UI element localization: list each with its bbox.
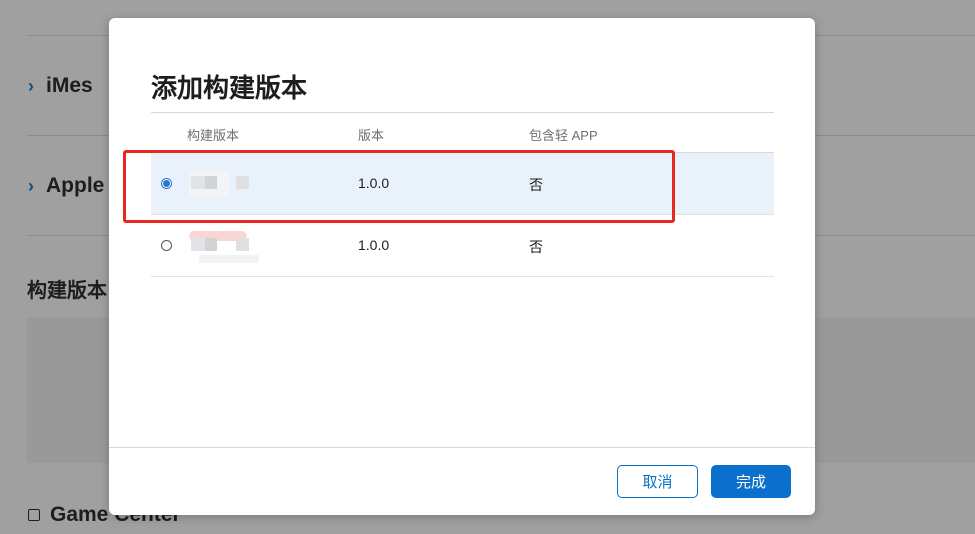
table-header: 构建版本 版本 包含轻 APP: [151, 113, 774, 153]
checkbox[interactable]: [28, 509, 40, 521]
column-header-version: 版本: [358, 128, 385, 143]
radio-button[interactable]: [161, 240, 172, 251]
section-label: Apple: [46, 174, 105, 197]
chevron-right-icon: ›: [28, 175, 34, 196]
redacted-build-number: [189, 229, 259, 263]
column-header-lite-app: 包含轻 APP: [529, 128, 598, 143]
done-button[interactable]: 完成: [711, 465, 791, 498]
section-imes[interactable]: › iMes: [28, 74, 93, 98]
column-header-build: 构建版本: [187, 128, 240, 143]
section-label: iMes: [46, 74, 93, 97]
add-build-dialog: 添加构建版本 构建版本 版本 包含轻 APP 1.0.0 否 1.0.0 否 取…: [109, 18, 815, 515]
lite-app-cell: 否: [529, 239, 543, 255]
cancel-button[interactable]: 取消: [617, 465, 698, 498]
table-row[interactable]: 1.0.0 否: [151, 215, 774, 277]
footer-divider: [109, 447, 815, 448]
version-cell: 1.0.0: [358, 237, 390, 253]
dialog-title: 添加构建版本: [151, 73, 308, 103]
section-apple[interactable]: › Apple: [28, 174, 104, 198]
builds-heading: 构建版本: [27, 280, 107, 302]
highlight-annotation: [123, 150, 675, 223]
chevron-right-icon: ›: [28, 75, 34, 96]
